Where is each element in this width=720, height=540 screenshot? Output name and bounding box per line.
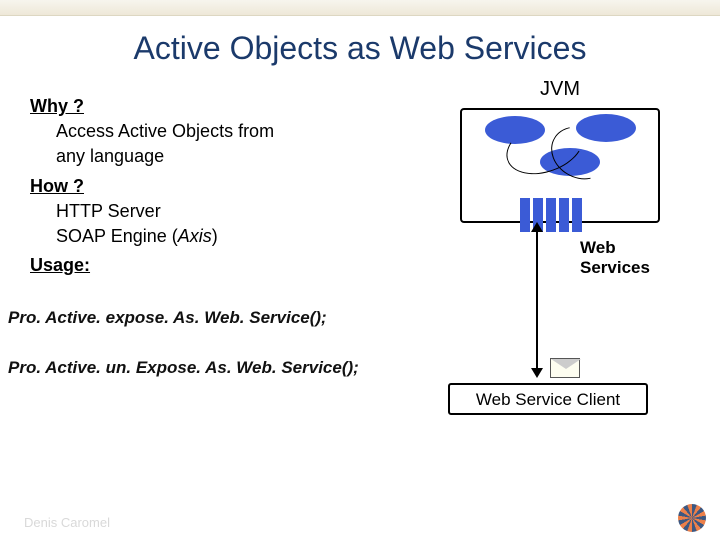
- envelope-icon: [550, 358, 580, 378]
- bullets-column: Why ? Access Active Objects from any lan…: [30, 90, 370, 278]
- how-body-line2-suffix: ): [212, 226, 218, 246]
- usage-heading: Usage:: [30, 253, 370, 278]
- why-body-line1: Access Active Objects from: [56, 119, 370, 144]
- code-line-2: Pro. Active. un. Expose. As. Web. Servic…: [8, 358, 359, 378]
- how-body-line2: SOAP Engine (Axis): [56, 224, 370, 249]
- how-body-line2-prefix: SOAP Engine (: [56, 226, 178, 246]
- top-bar: [0, 0, 720, 16]
- how-heading: How ?: [30, 174, 370, 199]
- bidirectional-arrow-icon: [536, 230, 538, 370]
- web-services-label: Web Services: [580, 238, 690, 278]
- jvm-label: JVM: [430, 78, 690, 101]
- how-body-line1: HTTP Server: [56, 199, 370, 224]
- web-service-bars-icon: [520, 198, 582, 232]
- code-line-1: Pro. Active. expose. As. Web. Service();: [8, 308, 327, 328]
- why-body-line2: any language: [56, 144, 370, 169]
- client-box: Web Service Client: [448, 383, 648, 415]
- how-body-line2-italic: Axis: [178, 226, 212, 246]
- slide-title: Active Objects as Web Services: [0, 30, 720, 67]
- why-heading: Why ?: [30, 94, 370, 119]
- jvm-diagram: JVM Web Services Web Service Client: [430, 78, 690, 338]
- footer-author: Denis Caromel: [24, 515, 110, 530]
- corner-logo-icon: [678, 504, 706, 532]
